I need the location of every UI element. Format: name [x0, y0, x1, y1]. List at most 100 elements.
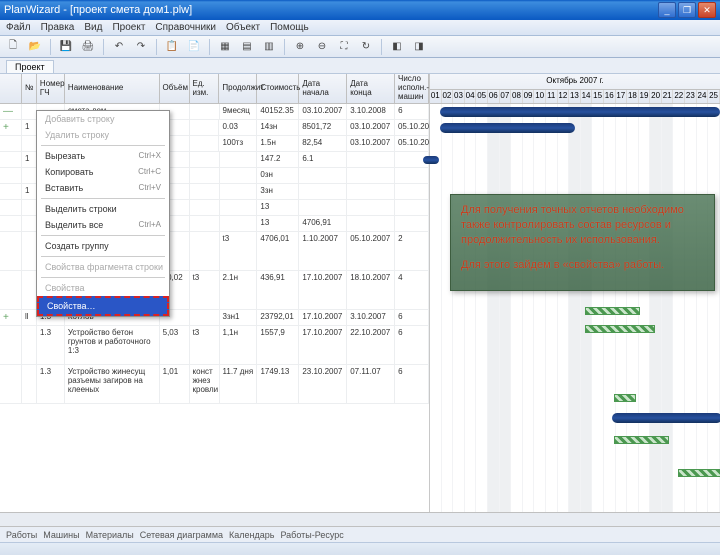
tab-project[interactable]: Проект	[6, 60, 54, 73]
ctx-item[interactable]: ВырезатьCtrl+X	[37, 148, 169, 164]
gantt-task-bar[interactable]	[614, 394, 636, 402]
bottom-tab-works-resource[interactable]: Работы-Ресурс	[280, 530, 343, 540]
bottom-tab-calendar[interactable]: Календарь	[229, 530, 274, 540]
ctx-item: Свойства	[37, 280, 169, 296]
cell-unit	[190, 136, 220, 151]
cell-unit: конст жнез кровли	[190, 365, 220, 403]
col-cost[interactable]: Стоимость	[257, 74, 299, 103]
cell-unit	[190, 310, 220, 325]
gantt-bar[interactable]	[440, 123, 575, 133]
gantt-summary-bar[interactable]	[440, 107, 720, 117]
layout2-icon[interactable]: ▤	[238, 38, 256, 56]
cell-n	[22, 365, 37, 403]
cell-mach: 05.10.2007	[395, 120, 429, 135]
cell-start: 17.10.2007	[299, 326, 347, 364]
gantt-bar[interactable]	[612, 413, 720, 423]
bottom-tab-materials[interactable]: Материалы	[86, 530, 134, 540]
horizontal-scrollbar[interactable]	[0, 512, 720, 526]
gantt-task-bar[interactable]	[614, 436, 669, 444]
refresh-icon[interactable]: ↻	[357, 38, 375, 56]
col-unit[interactable]: Ед. изм.	[190, 74, 220, 103]
tool-b-icon[interactable]: ◨	[410, 38, 428, 56]
gantt-day-header: 14	[581, 90, 593, 103]
cell-cost: 13	[257, 200, 299, 215]
window-close-button[interactable]: ✕	[698, 2, 716, 18]
bottom-tab-machines[interactable]: Машины	[43, 530, 79, 540]
cell-unit	[190, 168, 220, 183]
zoom-fit-icon[interactable]: ⛶	[335, 38, 353, 56]
col-n[interactable]: №	[22, 74, 37, 103]
cell-cost: 14зн	[257, 120, 299, 135]
bottom-tab-works[interactable]: Работы	[6, 530, 37, 540]
menu-edit[interactable]: Правка	[41, 22, 75, 33]
table-row[interactable]: 1.3Устройство жинесущ разъемы загиров на…	[0, 365, 429, 404]
save-icon[interactable]: 💾	[57, 38, 75, 56]
cell-cost: 1749.13	[257, 365, 299, 403]
new-icon[interactable]: 🗋	[4, 38, 22, 56]
ctx-item[interactable]: КопироватьCtrl+C	[37, 164, 169, 180]
col-vol[interactable]: Объём	[160, 74, 190, 103]
cell-unit	[190, 152, 220, 167]
paste-icon[interactable]: 📄	[185, 38, 203, 56]
window-maximize-button[interactable]: ❐	[678, 2, 696, 18]
zoom-out-icon[interactable]: ⊖	[313, 38, 331, 56]
cell-outline	[0, 365, 22, 403]
cell-mach	[395, 184, 429, 199]
col-ngc[interactable]: Номер ГЧ	[37, 74, 65, 103]
cell-mach	[395, 200, 429, 215]
cell-mach: 6	[395, 310, 429, 325]
gantt-marker	[423, 156, 439, 164]
cell-dur: 9месяц	[220, 104, 258, 119]
table-row[interactable]: 1.3Устройство бетон грунтов и работочног…	[0, 326, 429, 365]
menu-ref[interactable]: Справочники	[155, 22, 216, 33]
cell-ngc: 1.3	[37, 326, 65, 364]
ctx-item[interactable]: Выделить всеCtrl+A	[37, 217, 169, 233]
cell-unit	[190, 200, 220, 215]
cell-outline	[0, 152, 22, 167]
cell-n	[22, 136, 37, 151]
gantt-task-bar[interactable]	[678, 469, 720, 477]
open-icon[interactable]: 📂	[26, 38, 44, 56]
bottom-tab-network[interactable]: Сетевая диаграмма	[140, 530, 223, 540]
redo-icon[interactable]: ↷	[132, 38, 150, 56]
layout3-icon[interactable]: ▥	[260, 38, 278, 56]
cell-dur: t3	[220, 232, 258, 270]
gantt-day-header: 21	[662, 90, 674, 103]
gantt-month-title: Октябрь 2007 г.	[430, 74, 720, 85]
undo-icon[interactable]: ↶	[110, 38, 128, 56]
tool-a-icon[interactable]: ◧	[388, 38, 406, 56]
col-start[interactable]: Дата начала	[299, 74, 347, 103]
layout1-icon[interactable]: ▦	[216, 38, 234, 56]
zoom-in-icon[interactable]: ⊕	[291, 38, 309, 56]
menu-project[interactable]: Проект	[112, 22, 145, 33]
ctx-item[interactable]: Создать группу	[37, 238, 169, 254]
copy-icon[interactable]: 📋	[163, 38, 181, 56]
cell-end: 22.10.2007	[347, 326, 395, 364]
col-dur[interactable]: Продолжит.	[219, 74, 257, 103]
ctx-item[interactable]: Выделить строки	[37, 201, 169, 217]
grid-header: № Номер ГЧ Наименование Объём Ед. изм. П…	[0, 74, 429, 104]
cell-outline	[0, 326, 22, 364]
cell-dur: 1,1н	[220, 326, 258, 364]
note-line-2: Для этого зайдем в «свойства» работы.	[461, 258, 704, 273]
ctx-item[interactable]: ВставитьCtrl+V	[37, 180, 169, 196]
menu-view[interactable]: Вид	[84, 22, 102, 33]
cell-start: 17.10.2007	[299, 310, 347, 325]
menu-file[interactable]: Файл	[6, 22, 31, 33]
col-mach[interactable]: Число исполн.-машин	[395, 74, 429, 103]
cell-end: 3.10.2008	[347, 104, 395, 119]
col-name[interactable]: Наименование	[65, 74, 160, 103]
cell-cost: 13	[257, 216, 299, 231]
ctx-item[interactable]: Свойства…	[37, 296, 169, 316]
cell-n: 1	[22, 120, 37, 135]
menu-object[interactable]: Объект	[226, 22, 260, 33]
cell-cost: 1557,9	[257, 326, 299, 364]
col-end[interactable]: Дата конца	[347, 74, 395, 103]
cell-start: 1.10.2007	[299, 232, 347, 270]
menu-help[interactable]: Помощь	[270, 22, 309, 33]
gantt-day-header: 23	[685, 90, 697, 103]
gantt-task-bar[interactable]	[585, 307, 640, 315]
window-minimize-button[interactable]: _	[658, 2, 676, 18]
gantt-task-bar[interactable]	[585, 325, 655, 333]
print-icon[interactable]: 🖨	[79, 38, 97, 56]
